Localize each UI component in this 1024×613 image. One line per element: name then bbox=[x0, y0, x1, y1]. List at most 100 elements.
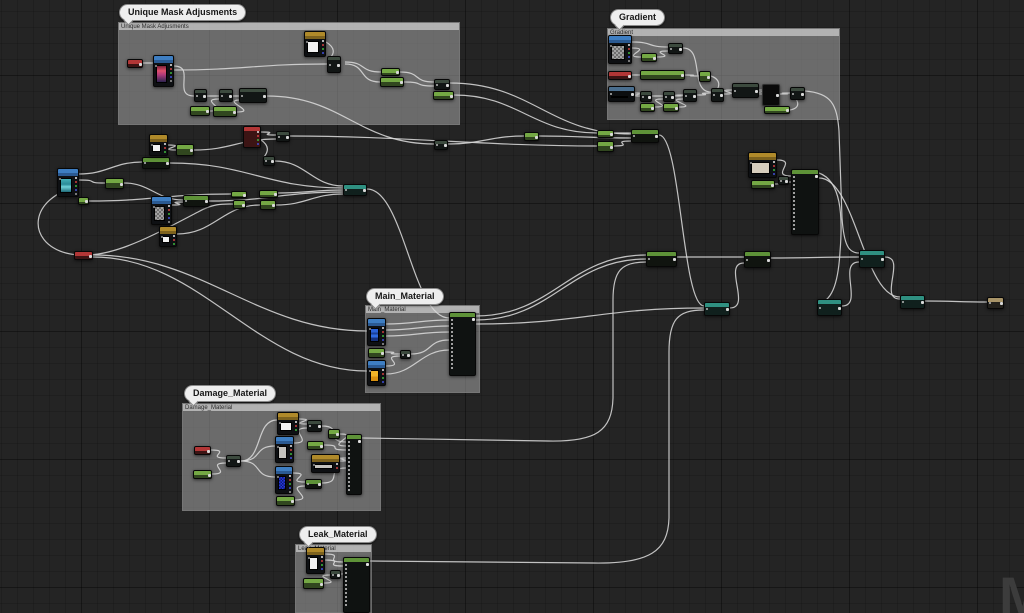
node-pin[interactable] bbox=[336, 463, 338, 465]
node-r-lerp[interactable] bbox=[631, 129, 659, 143]
node-d-g2[interactable] bbox=[307, 441, 324, 450]
comment-label-bubble-main-material[interactable]: Main_Material bbox=[366, 288, 444, 305]
node-u-g4[interactable] bbox=[380, 77, 404, 87]
node-c-f1[interactable] bbox=[276, 131, 290, 142]
node-u-g5[interactable] bbox=[433, 91, 454, 100]
node-pin[interactable] bbox=[345, 600, 347, 602]
node-pin[interactable] bbox=[173, 239, 175, 241]
node-pin[interactable] bbox=[771, 184, 774, 187]
node-pin[interactable] bbox=[793, 200, 795, 202]
node-pin[interactable] bbox=[348, 485, 350, 487]
node-pin[interactable] bbox=[289, 479, 291, 481]
node-pin[interactable] bbox=[229, 95, 232, 98]
node-pin[interactable] bbox=[271, 160, 274, 163]
node-pin[interactable] bbox=[208, 474, 211, 477]
node-pin[interactable] bbox=[295, 421, 297, 423]
node-d-f1[interactable] bbox=[226, 455, 241, 467]
node-pin[interactable] bbox=[785, 180, 788, 183]
node-pin[interactable] bbox=[75, 177, 77, 179]
node-pin[interactable] bbox=[655, 135, 658, 138]
node-pin[interactable] bbox=[337, 64, 340, 67]
node-pin[interactable] bbox=[321, 568, 323, 570]
node-pin[interactable] bbox=[726, 308, 729, 311]
material-graph-canvas[interactable]: M Unique Mask Adjusments Unique Mask Adju… bbox=[0, 0, 1024, 613]
node-pin[interactable] bbox=[318, 425, 321, 428]
node-c-g4[interactable] bbox=[260, 200, 276, 210]
node-r-t1[interactable] bbox=[704, 302, 730, 316]
node-gr-g2[interactable] bbox=[699, 71, 711, 82]
node-r-g1[interactable] bbox=[597, 130, 614, 138]
node-u-tex[interactable] bbox=[153, 55, 174, 87]
node-d-red[interactable] bbox=[194, 446, 211, 455]
node-d-g3[interactable] bbox=[328, 429, 340, 439]
node-pin[interactable] bbox=[257, 135, 259, 137]
node-pin[interactable] bbox=[773, 161, 775, 163]
node-pin[interactable] bbox=[322, 40, 324, 42]
node-pin[interactable] bbox=[348, 465, 350, 467]
node-pin[interactable] bbox=[382, 373, 384, 375]
node-u-g2[interactable] bbox=[213, 106, 237, 117]
node-pin[interactable] bbox=[767, 259, 770, 262]
node-pin[interactable] bbox=[720, 94, 723, 97]
node-pin[interactable] bbox=[681, 74, 684, 77]
node-pin[interactable] bbox=[861, 258, 863, 260]
node-pin[interactable] bbox=[642, 96, 644, 98]
node-pin[interactable] bbox=[793, 204, 795, 206]
node-pin[interactable] bbox=[313, 464, 315, 466]
node-pin[interactable] bbox=[170, 72, 172, 74]
node-pin[interactable] bbox=[707, 76, 710, 79]
node-pin[interactable] bbox=[345, 604, 347, 606]
node-pin[interactable] bbox=[295, 425, 297, 427]
node-c-g1[interactable] bbox=[231, 191, 247, 198]
node-gr-f6[interactable] bbox=[732, 83, 759, 98]
node-r-tall[interactable] bbox=[791, 169, 819, 235]
comment-label-bubble-gradient[interactable]: Gradient bbox=[610, 9, 666, 26]
node-pin[interactable] bbox=[671, 96, 674, 99]
node-u-g3[interactable] bbox=[381, 68, 400, 76]
node-pin[interactable] bbox=[289, 475, 291, 477]
node-c-g5[interactable] bbox=[524, 132, 539, 141]
node-pin[interactable] bbox=[170, 80, 172, 82]
node-pin[interactable] bbox=[348, 449, 350, 451]
node-pin[interactable] bbox=[451, 351, 453, 353]
node-pin[interactable] bbox=[345, 572, 347, 574]
node-pin[interactable] bbox=[382, 381, 384, 383]
node-u-texw[interactable] bbox=[304, 31, 326, 57]
node-pin[interactable] bbox=[348, 461, 350, 463]
node-pin[interactable] bbox=[793, 212, 795, 214]
node-pin[interactable] bbox=[290, 445, 292, 447]
node-pin[interactable] bbox=[793, 196, 795, 198]
node-pin[interactable] bbox=[451, 347, 453, 349]
node-pin[interactable] bbox=[750, 162, 752, 164]
node-pin[interactable] bbox=[320, 583, 323, 586]
node-pin[interactable] bbox=[290, 453, 292, 455]
node-pin[interactable] bbox=[196, 95, 198, 97]
node-d-tex3[interactable] bbox=[311, 454, 340, 473]
node-pin[interactable] bbox=[631, 93, 634, 96]
node-l-f2[interactable] bbox=[183, 195, 209, 207]
node-r-t2[interactable] bbox=[817, 299, 842, 316]
node-pin[interactable] bbox=[382, 377, 384, 379]
node-l-g1[interactable] bbox=[105, 178, 124, 189]
node-pin[interactable] bbox=[989, 302, 991, 304]
node-l-red[interactable] bbox=[74, 251, 93, 260]
node-pin[interactable] bbox=[792, 93, 794, 95]
node-pin[interactable] bbox=[670, 48, 672, 50]
node-pin[interactable] bbox=[450, 95, 453, 98]
node-pin[interactable] bbox=[289, 491, 291, 493]
node-pin[interactable] bbox=[746, 259, 748, 261]
node-pin[interactable] bbox=[151, 144, 153, 146]
node-pin[interactable] bbox=[345, 592, 347, 594]
node-pin[interactable] bbox=[369, 370, 371, 372]
node-pin[interactable] bbox=[318, 483, 321, 486]
node-pin[interactable] bbox=[610, 146, 613, 149]
node-pin[interactable] bbox=[402, 354, 404, 356]
node-pin[interactable] bbox=[815, 175, 818, 178]
node-pin[interactable] bbox=[633, 135, 635, 137]
node-pin[interactable] bbox=[243, 194, 246, 197]
node-pin[interactable] bbox=[168, 217, 170, 219]
node-l-texw2[interactable] bbox=[159, 226, 177, 247]
node-pin[interactable] bbox=[382, 327, 384, 329]
node-pin[interactable] bbox=[451, 327, 453, 329]
node-pin[interactable] bbox=[444, 144, 447, 147]
